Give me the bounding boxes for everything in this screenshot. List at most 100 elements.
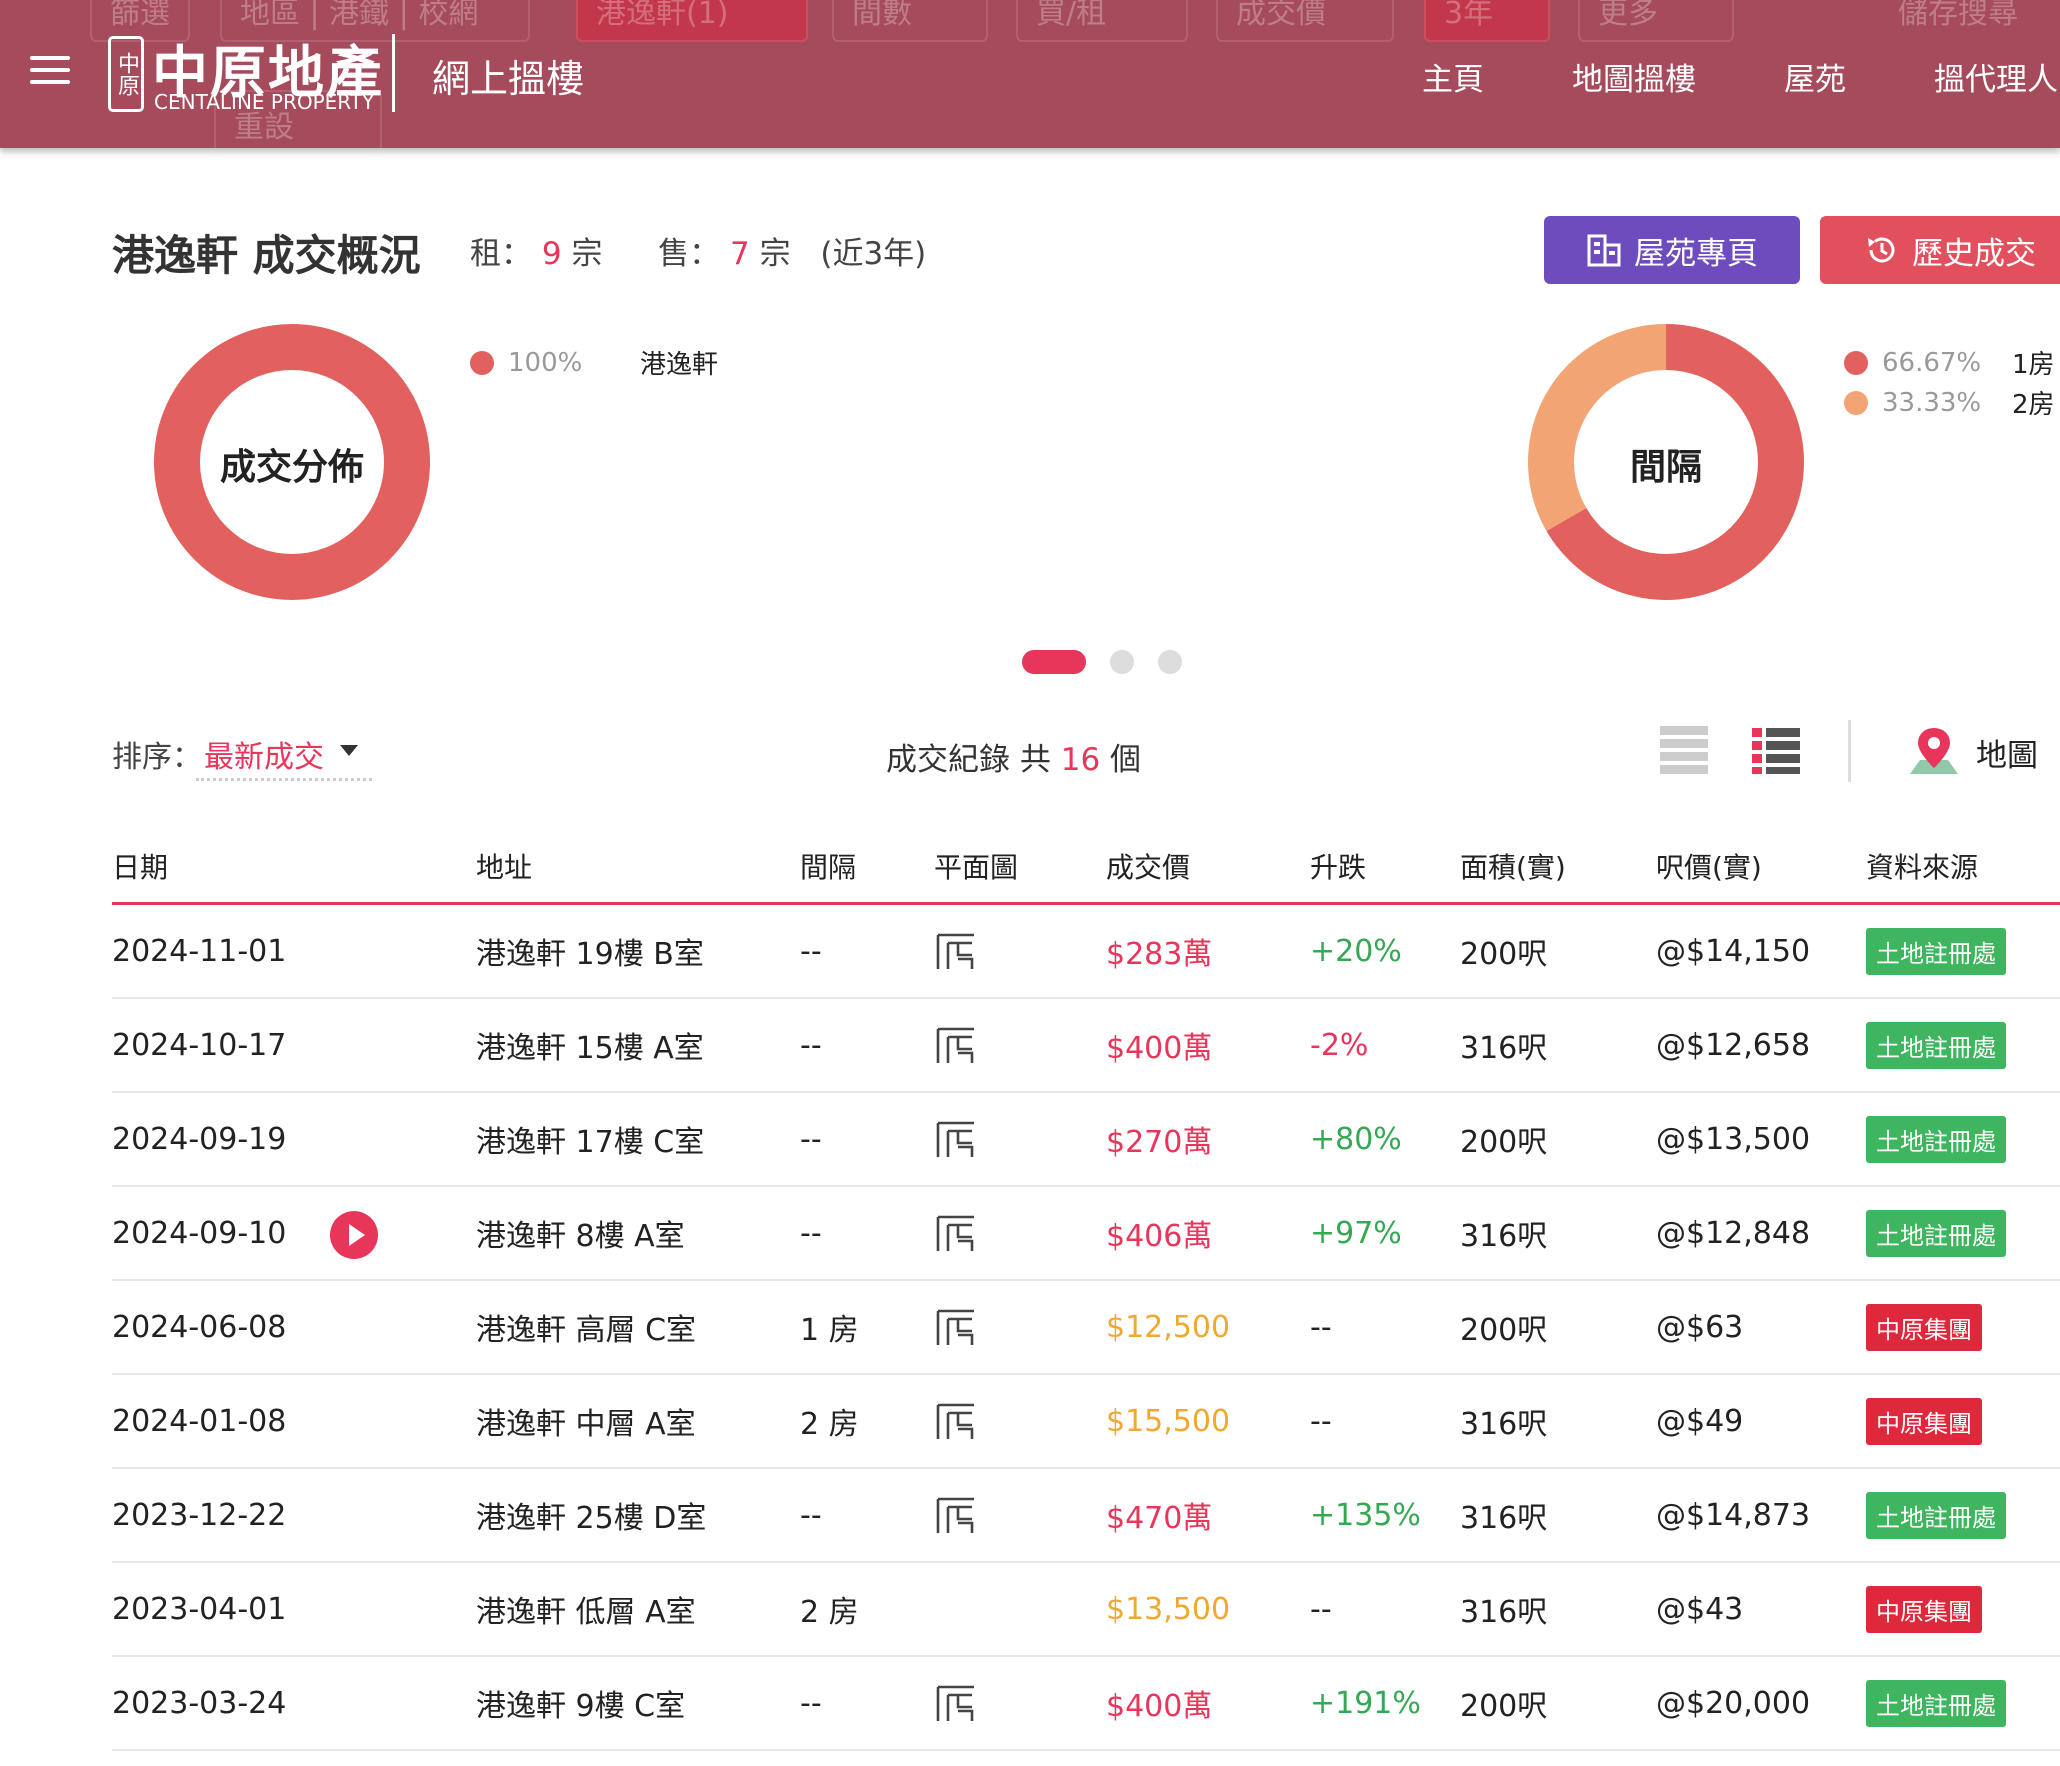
cell-layout: 2 房 bbox=[800, 1595, 859, 1630]
table-row[interactable]: 2024-06-08 港逸軒 高層 C室 1 房 $12,500 -- 200呎 @$63 中… bbox=[112, 1281, 2060, 1375]
floor-plan-icon[interactable] bbox=[934, 1187, 978, 1279]
nav-find-agent[interactable]: 搵代理人 bbox=[1934, 54, 2058, 99]
cell-address[interactable]: 港逸軒 中層 A室 bbox=[476, 1375, 696, 1467]
floor-plan-icon[interactable] bbox=[934, 905, 978, 997]
cell-address[interactable]: 港逸軒 8樓 A室 bbox=[476, 1187, 685, 1279]
legend-item[interactable]: 33.33% 2房 bbox=[1844, 384, 2055, 421]
source-badge[interactable]: 土地註冊處 bbox=[1866, 1115, 2006, 1163]
carousel-dot-active[interactable] bbox=[1022, 650, 1086, 674]
header-floor-plan[interactable]: 平面圖 bbox=[934, 830, 1018, 902]
list-view-icon[interactable] bbox=[1660, 726, 1708, 774]
period-label: (近3年) bbox=[820, 236, 927, 272]
chevron-down-icon[interactable] bbox=[340, 745, 358, 756]
source-badge[interactable]: 土地註冊處 bbox=[1866, 1209, 2006, 1257]
legend-item[interactable]: 100% 港逸軒 bbox=[470, 344, 718, 381]
source-badge[interactable]: 土地註冊處 bbox=[1866, 1021, 2006, 1069]
nav-estates[interactable]: 屋苑 bbox=[1784, 54, 1846, 99]
nav-map-search[interactable]: 地圖搵樓 bbox=[1572, 54, 1696, 99]
source-badge[interactable]: 土地註冊處 bbox=[1866, 927, 2006, 975]
hamburger-menu-icon[interactable] bbox=[30, 56, 70, 86]
floor-plan-icon[interactable] bbox=[934, 1375, 978, 1467]
header-layout[interactable]: 間隔 bbox=[800, 830, 856, 902]
cell-area: 200呎 bbox=[1460, 1689, 1548, 1724]
cell-area: 200呎 bbox=[1460, 1125, 1548, 1160]
cell-area: 316呎 bbox=[1460, 1595, 1548, 1630]
nav-home[interactable]: 主頁 bbox=[1422, 54, 1484, 99]
cell-source: 中原集團 bbox=[1866, 1375, 1982, 1467]
floor-plan-icon[interactable] bbox=[934, 999, 978, 1091]
table-row[interactable]: 2024-01-08 港逸軒 中層 A室 2 房 $15,500 -- 316呎 @$49 中… bbox=[112, 1375, 2060, 1469]
source-badge[interactable]: 中原集團 bbox=[1866, 1397, 1982, 1445]
table-row[interactable]: 2023-12-22 港逸軒 25樓 D室 -- $470萬 +135% 316呎 @$14… bbox=[112, 1469, 2060, 1563]
table-row[interactable]: 2023-03-24 港逸軒 9樓 C室 -- $400萬 +191% 200呎 @$20,… bbox=[112, 1657, 2060, 1751]
donut-slice-2房[interactable] bbox=[1528, 324, 1666, 531]
table-row[interactable]: 2024-11-01 港逸軒 19樓 B室 -- $283萬 +20% 200呎 @$14,… bbox=[112, 905, 2060, 999]
carousel-dot[interactable] bbox=[1110, 650, 1134, 674]
header-change[interactable]: 升跌 bbox=[1310, 830, 1366, 902]
cell-date: 2023-12-22 bbox=[112, 1497, 287, 1533]
carousel-dot[interactable] bbox=[1158, 650, 1182, 674]
source-badge[interactable]: 土地註冊處 bbox=[1866, 1679, 2006, 1727]
cell-layout: 1 房 bbox=[800, 1313, 859, 1348]
floor-plan-icon[interactable] bbox=[934, 1093, 978, 1185]
table-row[interactable]: 2024-10-17 港逸軒 15樓 A室 -- $400萬 -2% 316呎 @$12,6… bbox=[112, 999, 2060, 1093]
cell-price: $15,500 bbox=[1106, 1403, 1231, 1439]
floor-plan-icon[interactable] bbox=[934, 1281, 978, 1373]
cell-unit-price: @$20,000 bbox=[1656, 1685, 1811, 1721]
cell-address[interactable]: 港逸軒 9樓 C室 bbox=[476, 1657, 685, 1749]
legend-dot bbox=[1844, 350, 1868, 375]
header-source[interactable]: 資料來源 bbox=[1866, 830, 1978, 902]
cell-price: $283萬 bbox=[1106, 937, 1213, 972]
map-view-button[interactable]: 地圖 bbox=[1906, 722, 2038, 782]
header-unit-price[interactable]: 呎價(實) bbox=[1656, 830, 1762, 902]
source-badge[interactable]: 中原集團 bbox=[1866, 1585, 1982, 1633]
cell-address[interactable]: 港逸軒 15樓 A室 bbox=[476, 999, 704, 1091]
header-price[interactable]: 成交價 bbox=[1106, 830, 1190, 902]
source-badge[interactable]: 土地註冊處 bbox=[1866, 1491, 2006, 1539]
header-date[interactable]: 日期 bbox=[112, 830, 168, 902]
cell-area: 200呎 bbox=[1460, 937, 1548, 972]
cell-layout: -- bbox=[800, 1497, 822, 1533]
legend-percent: 100% bbox=[508, 347, 583, 378]
table-row[interactable]: 2023-04-01 港逸軒 低層 A室 2 房 $13,500 -- 316呎 @$43 中… bbox=[112, 1563, 2060, 1657]
cell-address[interactable]: 港逸軒 17樓 C室 bbox=[476, 1093, 704, 1185]
cell-unit-price: @$12,848 bbox=[1656, 1215, 1811, 1251]
cell-source: 土地註冊處 bbox=[1866, 999, 2006, 1091]
cell-unit-price: @$14,150 bbox=[1656, 933, 1811, 969]
table-row[interactable]: 2024-09-19 港逸軒 17樓 C室 -- $270萬 +80% 200呎 @$13,… bbox=[112, 1093, 2060, 1187]
cell-address[interactable]: 港逸軒 19樓 B室 bbox=[476, 905, 704, 997]
record-count-prefix: 成交紀錄 共 bbox=[886, 742, 1051, 778]
estate-page-button[interactable]: 屋苑專頁 bbox=[1544, 216, 1800, 284]
cell-address[interactable]: 港逸軒 25樓 D室 bbox=[476, 1469, 706, 1561]
cell-change: +135% bbox=[1310, 1497, 1421, 1533]
floor-plan-icon[interactable] bbox=[934, 1657, 978, 1749]
centaline-logo[interactable]: 中原 中原地產 CENTALINE PROPERTY bbox=[108, 32, 398, 114]
table-view-icon[interactable] bbox=[1752, 726, 1800, 774]
cell-unit-price: @$49 bbox=[1656, 1403, 1744, 1439]
source-badge[interactable]: 中原集團 bbox=[1866, 1303, 1982, 1351]
record-count: 成交紀錄 共 16 個 bbox=[886, 734, 1141, 779]
cell-unit-price: @$43 bbox=[1656, 1591, 1744, 1627]
rent-label: 租： bbox=[470, 236, 532, 272]
cell-price: $12,500 bbox=[1106, 1309, 1231, 1345]
header-address[interactable]: 地址 bbox=[476, 830, 532, 902]
page-title: 港逸軒 成交概況 bbox=[112, 231, 421, 280]
record-count-number: 16 bbox=[1060, 742, 1101, 778]
cell-price: $270萬 bbox=[1106, 1125, 1213, 1160]
cell-unit-price: @$14,873 bbox=[1656, 1497, 1811, 1533]
video-play-icon[interactable] bbox=[330, 1211, 378, 1259]
sort-dropdown[interactable]: 最新成交 bbox=[204, 732, 324, 776]
floor-plan-icon[interactable] bbox=[934, 1469, 978, 1561]
table-row[interactable]: 2024-09-10 港逸軒 8樓 A室 -- $406萬 +97% 316呎 @$12,8… bbox=[112, 1187, 2060, 1281]
header-area[interactable]: 面積(實) bbox=[1460, 830, 1566, 902]
cell-address[interactable]: 港逸軒 低層 A室 bbox=[476, 1563, 696, 1655]
transactions-table: 日期 地址 間隔 平面圖 成交價 升跌 面積(實) 呎價(實) 資料來源 202… bbox=[112, 830, 2060, 1751]
cell-area: 316呎 bbox=[1460, 1031, 1548, 1066]
cell-address[interactable]: 港逸軒 高層 C室 bbox=[476, 1281, 696, 1373]
filter-ghost: 成交價 bbox=[1216, 0, 1394, 42]
cell-change: -2% bbox=[1310, 1027, 1369, 1063]
legend-item[interactable]: 66.67% 1房 bbox=[1844, 344, 2055, 381]
cell-layout: -- bbox=[800, 1121, 822, 1157]
history-transactions-button[interactable]: 歷史成交 bbox=[1820, 216, 2060, 284]
cell-source: 土地註冊處 bbox=[1866, 1093, 2006, 1185]
